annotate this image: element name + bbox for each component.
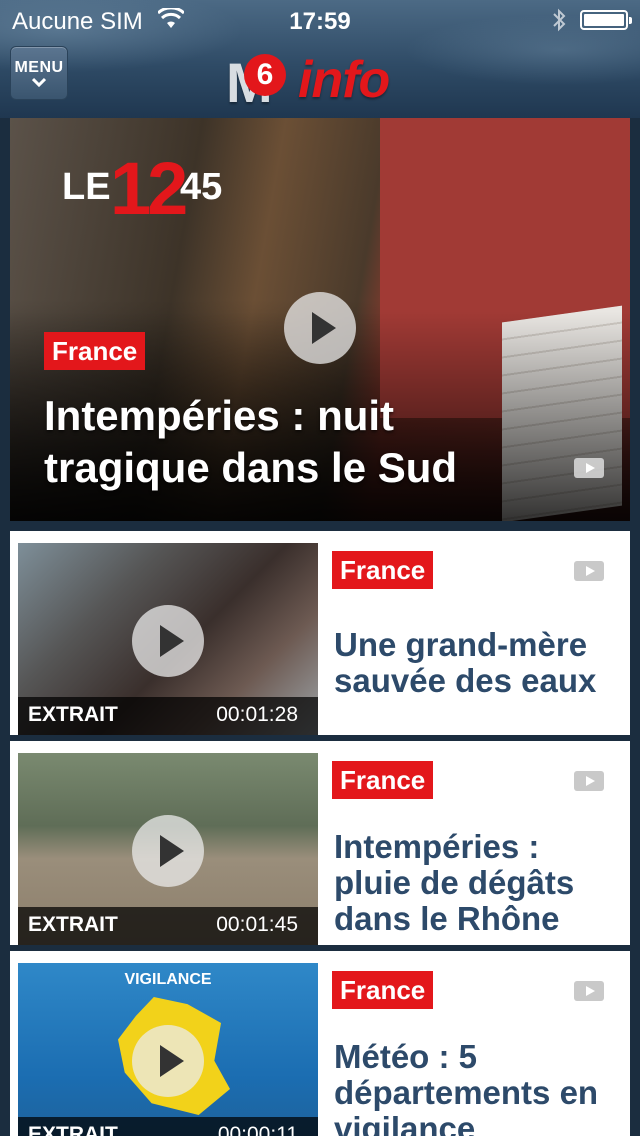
thumbnail-info-bar: EXTRAIT 00:00:11: [18, 1117, 318, 1136]
video-thumbnail[interactable]: EXTRAIT 00:01:28: [18, 543, 318, 735]
program-logo-le: LE: [62, 166, 111, 208]
play-icon[interactable]: [284, 292, 356, 364]
category-badge: France: [332, 551, 434, 589]
duration-label: 00:01:28: [216, 703, 298, 726]
duration-label: 00:01:45: [216, 913, 298, 936]
list-item[interactable]: EXTRAIT 00:01:45 France Intempéries : pl…: [10, 741, 630, 945]
category-badge: France: [332, 971, 434, 1009]
story-title: Intempéries : pluie de dégâts dans le Rh…: [334, 828, 575, 937]
logo-6: 6: [244, 54, 286, 96]
play-icon[interactable]: [132, 1025, 204, 1097]
chevron-down-icon: [32, 77, 46, 87]
thumbnail-caption: VIGILANCE: [124, 971, 212, 988]
story-title: Météo : 5 départements en vigilance: [334, 1038, 599, 1136]
status-bar: Aucune SIM 17:59: [0, 0, 640, 40]
thumbnail-info-bar: EXTRAIT 00:01:45: [18, 907, 318, 945]
video-thumbnail[interactable]: EXTRAIT 00:01:45: [18, 753, 318, 945]
video-icon: [574, 981, 604, 1001]
video-icon: [574, 458, 604, 478]
video-icon: [574, 561, 604, 581]
bluetooth-icon: [553, 8, 566, 32]
duration-label: 00:00:11: [217, 1123, 298, 1136]
category-badge: France: [332, 761, 434, 799]
extrait-label: EXTRAIT: [28, 703, 118, 726]
extrait-label: EXTRAIT: [28, 1123, 118, 1136]
extrait-label: EXTRAIT: [28, 913, 118, 936]
play-icon[interactable]: [132, 605, 204, 677]
featured-story-title: Intempéries : nuit tragique dans le Sud: [44, 392, 458, 491]
program-logo-12: 12: [110, 147, 188, 230]
featured-story[interactable]: LE 12 45 France Intempéries : nuit tragi…: [10, 118, 630, 521]
play-icon[interactable]: [132, 815, 204, 887]
list-item[interactable]: VIGILANCE EXTRAIT 00:00:11 France Météo …: [10, 951, 630, 1136]
m6info-logo: M 6 info: [226, 46, 418, 114]
video-icon: [574, 771, 604, 791]
program-logo-45: 45: [180, 166, 223, 208]
video-thumbnail[interactable]: VIGILANCE EXTRAIT 00:00:11: [18, 963, 318, 1136]
story-title: Une grand-mère sauvée des eaux: [334, 626, 597, 699]
thumbnail-info-bar: EXTRAIT 00:01:28: [18, 697, 318, 735]
menu-label: MENU: [14, 59, 64, 76]
category-badge: France: [44, 332, 146, 370]
clock: 17:59: [289, 8, 351, 35]
list-item[interactable]: EXTRAIT 00:01:28 France Une grand-mère s…: [10, 531, 630, 735]
menu-button[interactable]: MENU: [10, 46, 68, 100]
logo-info: info: [298, 51, 390, 109]
battery-icon: [580, 10, 632, 30]
